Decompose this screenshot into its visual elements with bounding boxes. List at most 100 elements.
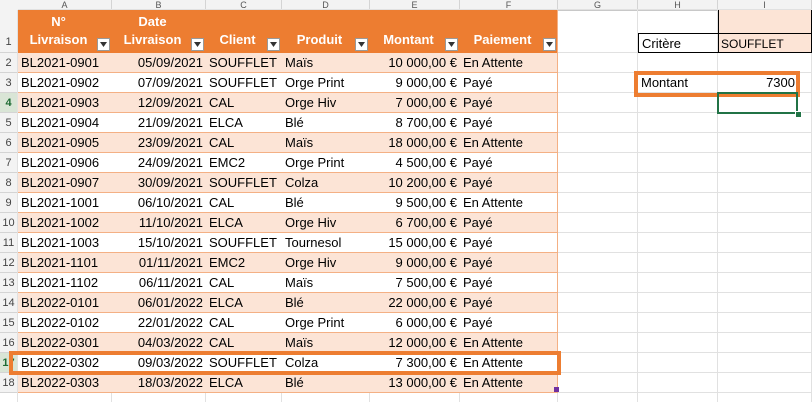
table-cell[interactable]: BL2022-0102 — [18, 313, 112, 333]
table-cell[interactable]: SOUFFLET — [206, 173, 282, 193]
table-cell[interactable]: 10 200,00 € — [370, 173, 460, 193]
table-cell[interactable]: Orge Print — [282, 313, 370, 333]
row-header-15[interactable]: 15 — [0, 313, 18, 333]
table-cell[interactable]: BL2021-0907 — [18, 173, 112, 193]
table-cell[interactable]: 01/11/2021 — [112, 253, 206, 273]
table-cell[interactable]: ELCA — [206, 373, 282, 393]
table-cell[interactable]: Tournesol — [282, 233, 370, 253]
criteria-label[interactable]: Critère — [638, 33, 718, 53]
table-cell[interactable]: CAL — [206, 333, 282, 353]
table-cell[interactable]: 05/09/2021 — [112, 53, 206, 73]
row-header-2[interactable]: 2 — [0, 53, 18, 73]
table-cell[interactable]: BL2021-0901 — [18, 53, 112, 73]
table-cell[interactable]: 9 500,00 € — [370, 193, 460, 213]
table-cell[interactable]: EMC2 — [206, 153, 282, 173]
row-header-1[interactable]: 1 — [0, 10, 18, 53]
active-cell-selection[interactable] — [717, 92, 798, 114]
table-cell[interactable]: Payé — [460, 153, 558, 173]
row-header-7[interactable]: 7 — [0, 153, 18, 173]
table-cell[interactable]: 9 000,00 € — [370, 253, 460, 273]
table-cell[interactable]: Payé — [460, 313, 558, 333]
table-cell[interactable]: Payé — [460, 253, 558, 273]
table-cell[interactable]: BL2021-1101 — [18, 253, 112, 273]
table-cell[interactable]: 9 000,00 € — [370, 73, 460, 93]
table-cell[interactable]: 22 000,00 € — [370, 293, 460, 313]
table-cell[interactable]: 4 500,00 € — [370, 153, 460, 173]
table-cell[interactable]: SOUFFLET — [206, 53, 282, 73]
table-cell[interactable]: 22/01/2022 — [112, 313, 206, 333]
table-cell[interactable]: CAL — [206, 313, 282, 333]
table-cell[interactable]: ELCA — [206, 213, 282, 233]
table-cell[interactable]: En Attente — [460, 373, 558, 393]
table-cell[interactable]: 7 000,00 € — [370, 93, 460, 113]
table-cell[interactable]: CAL — [206, 193, 282, 213]
table-cell[interactable]: BL2021-1002 — [18, 213, 112, 233]
table-cell[interactable]: Blé — [282, 373, 370, 393]
table-cell[interactable]: Payé — [460, 293, 558, 313]
table-cell[interactable]: Payé — [460, 113, 558, 133]
filter-dropdown-icon[interactable] — [97, 38, 110, 51]
row-header-4[interactable]: 4 — [0, 93, 18, 113]
table-cell[interactable]: ELCA — [206, 113, 282, 133]
table-cell[interactable]: 06/11/2021 — [112, 273, 206, 293]
table-cell[interactable]: Maïs — [282, 53, 370, 73]
row-header-9[interactable]: 9 — [0, 193, 18, 213]
table-cell[interactable]: 8 700,00 € — [370, 113, 460, 133]
table-cell[interactable]: BL2021-0903 — [18, 93, 112, 113]
filter-dropdown-icon[interactable] — [355, 38, 368, 51]
table-cell[interactable]: Orge Print — [282, 73, 370, 93]
table-cell[interactable]: Blé — [282, 113, 370, 133]
table-cell[interactable]: Orge Hiv — [282, 93, 370, 113]
table-cell[interactable]: 24/09/2021 — [112, 153, 206, 173]
table-cell[interactable]: 15 000,00 € — [370, 233, 460, 253]
table-cell[interactable]: 07/09/2021 — [112, 73, 206, 93]
table-cell[interactable]: EMC2 — [206, 253, 282, 273]
table-cell[interactable]: Orge Print — [282, 153, 370, 173]
table-cell[interactable]: Payé — [460, 73, 558, 93]
table-cell[interactable]: BL2021-0902 — [18, 73, 112, 93]
table-cell[interactable]: ELCA — [206, 293, 282, 313]
table-cell[interactable]: Colza — [282, 173, 370, 193]
table-cell[interactable]: BL2022-0101 — [18, 293, 112, 313]
table-cell[interactable]: Payé — [460, 93, 558, 113]
table-cell[interactable]: 6 000,00 € — [370, 313, 460, 333]
filter-dropdown-icon[interactable] — [543, 38, 556, 51]
table-cell[interactable]: Maïs — [282, 133, 370, 153]
row-header-6[interactable]: 6 — [0, 133, 18, 153]
row-header-11[interactable]: 11 — [0, 233, 18, 253]
filter-dropdown-icon[interactable] — [191, 38, 204, 51]
table-cell[interactable]: BL2021-0906 — [18, 153, 112, 173]
table-cell[interactable]: 7 500,00 € — [370, 273, 460, 293]
table-cell[interactable]: BL2022-0301 — [18, 333, 112, 353]
table-cell[interactable]: BL2021-1001 — [18, 193, 112, 213]
row-header-18[interactable]: 18 — [0, 373, 18, 393]
table-cell[interactable]: Payé — [460, 273, 558, 293]
table-cell[interactable]: 21/09/2021 — [112, 113, 206, 133]
table-cell[interactable]: 18/03/2022 — [112, 373, 206, 393]
row-header-3[interactable]: 3 — [0, 73, 18, 93]
table-cell[interactable]: CAL — [206, 133, 282, 153]
table-cell[interactable]: Blé — [282, 293, 370, 313]
table-cell[interactable]: 06/01/2022 — [112, 293, 206, 313]
table-resize-handle[interactable] — [554, 387, 559, 392]
table-cell[interactable]: BL2021-0904 — [18, 113, 112, 133]
table-cell[interactable]: Maïs — [282, 333, 370, 353]
criteria-value[interactable]: SOUFFLET — [718, 33, 812, 53]
table-cell[interactable]: 23/09/2021 — [112, 133, 206, 153]
row-header-13[interactable]: 13 — [0, 273, 18, 293]
table-cell[interactable]: Payé — [460, 173, 558, 193]
table-cell[interactable]: 11/10/2021 — [112, 213, 206, 233]
row-header-10[interactable]: 10 — [0, 213, 18, 233]
row-header-8[interactable]: 8 — [0, 173, 18, 193]
row-header-16[interactable]: 16 — [0, 333, 18, 353]
table-cell[interactable]: 12 000,00 € — [370, 333, 460, 353]
table-cell[interactable]: BL2021-1003 — [18, 233, 112, 253]
row-header-5[interactable]: 5 — [0, 113, 18, 133]
table-cell[interactable]: 15/10/2021 — [112, 233, 206, 253]
filter-dropdown-icon[interactable] — [445, 38, 458, 51]
fill-handle[interactable] — [795, 111, 802, 118]
table-cell[interactable]: Orge Hiv — [282, 253, 370, 273]
table-cell[interactable]: 13 000,00 € — [370, 373, 460, 393]
table-cell[interactable]: SOUFFLET — [206, 233, 282, 253]
table-cell[interactable]: 06/10/2021 — [112, 193, 206, 213]
